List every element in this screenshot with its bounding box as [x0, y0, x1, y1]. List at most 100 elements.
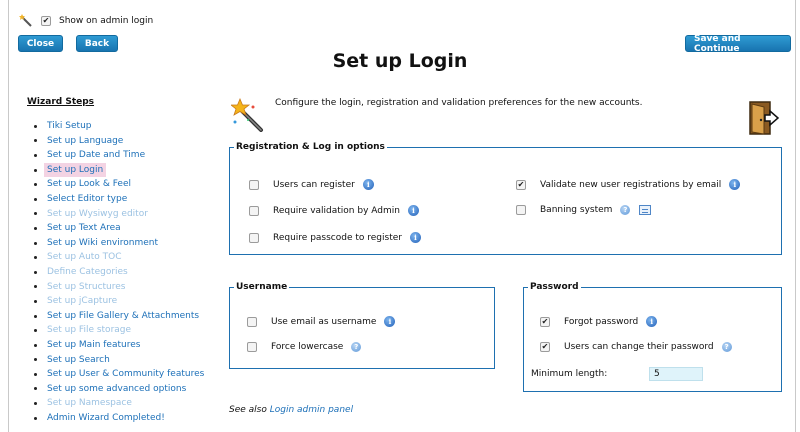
step-file-storage: Set up File storage [29, 323, 204, 338]
bullet [34, 256, 37, 260]
see-also: See also Login admin panel [229, 405, 353, 415]
info-icon[interactable]: i [384, 316, 396, 327]
force-lowercase-label: Force lowercase [271, 342, 344, 352]
info-icon[interactable]: i [409, 232, 421, 243]
banning-system-option: Banning system ? [516, 205, 652, 215]
step-label[interactable]: Set up some advanced options [47, 382, 186, 397]
min-length-label: Minimum length: [531, 369, 608, 379]
step-label[interactable]: Set up User & Community features [47, 367, 204, 382]
info-icon[interactable]: i [407, 205, 419, 216]
bullet [34, 416, 37, 420]
help-icon[interactable]: ? [721, 342, 732, 352]
use-email-option: Use email as username i [247, 316, 396, 327]
step-look-feel[interactable]: Set up Look & Feel [29, 177, 204, 192]
step-login[interactable]: Set up Login [29, 162, 204, 178]
step-label[interactable]: Set up File Gallery & Attachments [47, 309, 199, 324]
list-icon[interactable] [639, 205, 652, 215]
username-fieldset: Username [229, 282, 495, 369]
step-date-time[interactable]: Set up Date and Time [29, 148, 204, 163]
bullet [34, 285, 37, 289]
step-label[interactable]: Tiki Setup [47, 119, 92, 134]
bullet [34, 168, 37, 172]
validate-email-label: Validate new user registrations by email [540, 179, 722, 190]
step-label: Define Categories [47, 266, 128, 277]
step-tiki-setup[interactable]: Tiki Setup [29, 119, 204, 134]
step-label[interactable]: Set up Login [44, 162, 107, 178]
require-validation-admin-checkbox[interactable] [249, 205, 259, 216]
min-length-input[interactable]: 5 [649, 367, 703, 381]
step-label: Set up Wysiwyg editor [47, 208, 148, 219]
step-label[interactable]: Select Editor type [47, 192, 127, 207]
bullet [34, 226, 37, 230]
step-label[interactable]: Set up Main features [47, 338, 140, 353]
info-icon[interactable]: i [362, 179, 374, 190]
bullet [34, 358, 37, 362]
step-label: Set up Namespace [47, 398, 132, 409]
users-can-register-label: Users can register [273, 179, 355, 190]
forgot-password-checkbox[interactable] [540, 316, 550, 327]
validate-email-checkbox[interactable] [516, 179, 526, 190]
wizard-steps-list: Tiki Setup Set up Language Set up Date a… [29, 119, 204, 425]
step-structures: Set up Structures [29, 280, 204, 295]
step-auto-toc: Set up Auto TOC [29, 250, 204, 265]
password-legend: Password [528, 282, 581, 292]
step-label[interactable]: Set up Language [47, 134, 123, 149]
step-text-area[interactable]: Set up Text Area [29, 221, 204, 236]
bullet [34, 153, 37, 157]
info-icon[interactable]: i [646, 316, 658, 327]
bullet [34, 329, 37, 333]
username-legend: Username [234, 282, 290, 292]
step-completed[interactable]: Admin Wizard Completed! [29, 411, 204, 426]
bullet [34, 299, 37, 303]
step-main-features[interactable]: Set up Main features [29, 338, 204, 353]
users-change-password-checkbox[interactable] [540, 342, 550, 352]
bullet [34, 387, 37, 391]
help-icon[interactable]: ? [351, 342, 362, 352]
step-editor-type[interactable]: Select Editor type [29, 192, 204, 207]
step-wysiwyg: Set up Wysiwyg editor [29, 207, 204, 222]
magic-wand-icon [231, 98, 263, 132]
step-user-community[interactable]: Set up User & Community features [29, 367, 204, 382]
step-label: Set up Auto TOC [47, 252, 122, 263]
bullet [34, 241, 37, 245]
users-can-register-option: Users can register i [249, 179, 374, 190]
step-advanced-options[interactable]: Set up some advanced options [29, 382, 204, 397]
bullet [34, 343, 37, 347]
show-on-admin-login-checkbox[interactable] [41, 16, 51, 26]
require-passcode-checkbox[interactable] [249, 232, 259, 243]
step-label: Set up Structures [47, 281, 126, 292]
step-language[interactable]: Set up Language [29, 134, 204, 149]
show-on-admin-login-label: Show on admin login [59, 16, 154, 26]
step-label[interactable]: Set up Wiki environment [47, 236, 158, 251]
banning-system-checkbox[interactable] [516, 205, 526, 215]
use-email-checkbox[interactable] [247, 316, 257, 327]
step-wiki[interactable]: Set up Wiki environment [29, 236, 204, 251]
users-change-password-option: Users can change their password ? [540, 342, 732, 352]
users-can-register-checkbox[interactable] [249, 179, 259, 190]
force-lowercase-checkbox[interactable] [247, 342, 257, 352]
step-label: Set up jCapture [47, 296, 118, 307]
see-also-prefix: See also [229, 405, 267, 415]
forgot-password-label: Forgot password [564, 316, 639, 327]
bullet [34, 270, 37, 274]
step-search[interactable]: Set up Search [29, 353, 204, 368]
step-label[interactable]: Admin Wizard Completed! [47, 411, 165, 426]
step-label[interactable]: Set up Text Area [47, 221, 121, 236]
bullet [34, 402, 37, 406]
step-label[interactable]: Set up Look & Feel [47, 177, 131, 192]
step-file-gallery[interactable]: Set up File Gallery & Attachments [29, 309, 204, 324]
require-validation-admin-option: Require validation by Admin i [249, 205, 419, 216]
step-label[interactable]: Set up Date and Time [47, 148, 145, 163]
bullet [34, 124, 37, 128]
users-change-password-label: Users can change their password [564, 342, 714, 352]
step-jcapture: Set up jCapture [29, 294, 204, 309]
step-label[interactable]: Set up Search [47, 353, 110, 368]
bullet [34, 183, 37, 187]
require-passcode-option: Require passcode to register i [249, 232, 421, 243]
require-validation-admin-label: Require validation by Admin [273, 205, 400, 216]
bullet [34, 197, 37, 201]
wand-icon [19, 14, 32, 27]
login-admin-panel-link[interactable]: Login admin panel [270, 405, 353, 415]
help-icon[interactable]: ? [620, 205, 631, 215]
info-icon[interactable]: i [729, 179, 741, 190]
